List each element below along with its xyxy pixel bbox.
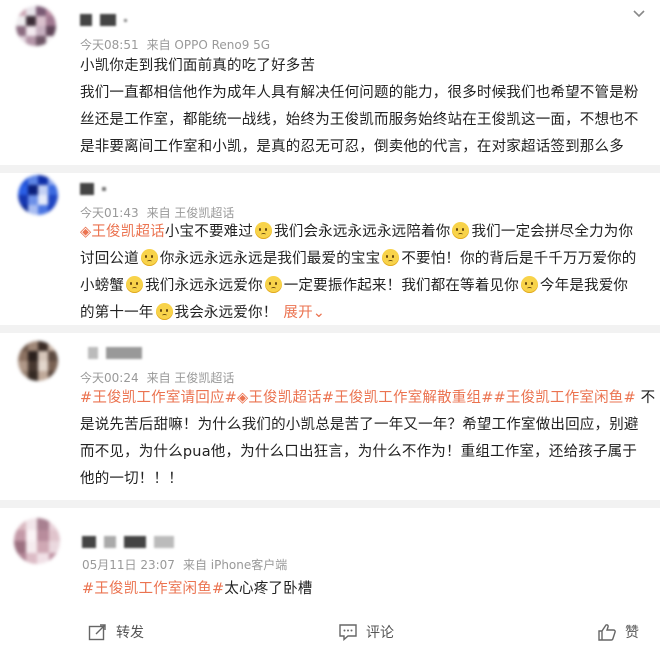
post-time: 05月11日 23:07 [82, 558, 175, 572]
content-line: ◈王俊凯超话小宝不要难过 我们会永远永远永远陪着你 我们一定会拼尽全力为你 [80, 219, 637, 246]
content-line: 小凯你走到我们面前真的吃了好多苦 [80, 53, 639, 80]
sad-face-emoji-icon [140, 249, 158, 266]
content-text: 今年是我爱你 [539, 278, 629, 294]
post-time: 今天01:43 [80, 206, 139, 220]
avatar[interactable] [18, 341, 58, 381]
content-text: 丝还是工作室，都能统一战线，始终为王俊凯而服务始终站在王俊凯这一面，不想也不 [80, 112, 639, 128]
post-1: 今天08:51 来自 OPPO Reno9 5G 小凯你走到我们面前真的吃了好多苦… [0, 0, 660, 170]
content-line: 是说先苦后甜嘛！为什么我们的小凯总是苦了一年又一年？希望工作室做出回应，别避 [80, 412, 655, 439]
username[interactable] [80, 181, 106, 197]
post-source: 来自 王俊凯超话 [146, 206, 235, 220]
post-content: #王俊凯工作室闲鱼#太心疼了卧槽 [82, 576, 313, 603]
content-line: #王俊凯工作室闲鱼#太心疼了卧槽 [82, 576, 313, 603]
post-source: 来自 OPPO Reno9 5G [146, 38, 271, 52]
chevron-down-icon[interactable] [632, 4, 646, 23]
post-content: #王俊凯工作室请回应#◈王俊凯超话#王俊凯工作室解散重组##王俊凯工作室闲鱼# … [80, 385, 655, 493]
content-text: 小宝不要难过 [164, 224, 254, 240]
sad-face-emoji-icon [126, 276, 144, 293]
avatar[interactable] [16, 6, 56, 46]
content-text: 我们永远永远爱你 [145, 278, 263, 294]
content-text: 我们一直都相信他作为成年人具有解决任何问题的能力，很多时候我们也希望不管是粉 [80, 85, 639, 101]
comment-button[interactable]: 评论 [338, 622, 394, 642]
username[interactable] [82, 534, 174, 550]
content-text: 而不见，为什么pua他，为什么口出狂言，为什么不作为！重组工作室，还给孩子属于 [80, 444, 638, 460]
username[interactable] [80, 12, 127, 28]
post-content: 小凯你走到我们面前真的吃了好多苦我们一直都相信他作为成年人具有解决任何问题的能力… [80, 53, 639, 161]
action-bar: 转发 评论 赞 [0, 612, 660, 652]
sad-face-emoji-icon [255, 222, 273, 239]
expand-link[interactable]: 展开⌄ [283, 305, 325, 321]
avatar-pixel [46, 36, 56, 46]
topic-link[interactable]: ◈王俊凯超话 [80, 224, 165, 240]
content-text: 不要怕！你的背后是千千万万爱你的 [401, 251, 637, 267]
content-text: 讨回公道 [80, 251, 139, 267]
repost-button[interactable]: 转发 [88, 622, 144, 642]
sad-face-emoji-icon [452, 222, 470, 239]
thumbs-up-icon [597, 623, 617, 641]
post-source: 来自 王俊凯超话 [146, 371, 235, 385]
content-text: 我们会永远永远永远陪着你 [274, 224, 451, 240]
content-text: 小凯你走到我们面前真的吃了好多苦 [80, 58, 316, 74]
content-line: 丝还是工作室，都能统一战线，始终为王俊凯而服务始终站在王俊凯这一面，不想也不 [80, 107, 639, 134]
like-button[interactable]: 赞 [597, 622, 639, 642]
username[interactable] [88, 345, 142, 361]
content-line: #王俊凯工作室请回应#◈王俊凯超话#王俊凯工作室解散重组##王俊凯工作室闲鱼# … [80, 385, 655, 412]
content-text: 不 [635, 390, 656, 406]
sad-face-emoji-icon [382, 249, 400, 266]
post-meta: 今天00:24 来自 王俊凯超话 [80, 369, 242, 386]
content-line: 他的一切！！！ [80, 466, 655, 493]
sad-face-emoji-icon [264, 276, 282, 293]
post-4: 05月11日 23:07 来自 iPhone客户端 #王俊凯工作室闲鱼#太心疼了卧… [0, 508, 660, 608]
content-text: 是说先苦后甜嘛！为什么我们的小凯总是苦了一年又一年？希望工作室做出回应，别避 [80, 417, 639, 433]
avatar-pixel [48, 371, 58, 381]
sad-face-emoji-icon [520, 276, 538, 293]
post-2: 今天01:43 来自 王俊凯超话 ◈王俊凯超话小宝不要难过 我们会永远永远永远陪着你… [0, 173, 660, 323]
content-line: 而不见，为什么pua他，为什么口出狂言，为什么不作为！重组工作室，还给孩子属于 [80, 439, 655, 466]
content-text: 的第十一年 [80, 305, 154, 321]
content-text: 你永远永远永远是我们最爱的宝宝 [159, 251, 381, 267]
content-line: 讨回公道 你永远永远永远是我们最爱的宝宝 不要怕！你的背后是千千万万爱你的 [80, 246, 637, 273]
post-meta: 今天08:51 来自 OPPO Reno9 5G [80, 36, 278, 53]
content-text: 是非要离间工作室和小凯，是真的忍无可忍，倒卖他的代言，在对家超话签到那么多 [80, 139, 624, 155]
repost-label: 转发 [116, 625, 144, 641]
avatar[interactable] [14, 518, 60, 564]
content-text: 我们一定会拼尽全力为你 [471, 224, 634, 240]
content-line: 是非要离间工作室和小凯，是真的忍无可忍，倒卖他的代言，在对家超话签到那么多 [80, 134, 639, 161]
divider [0, 165, 660, 173]
post-time: 今天08:51 [80, 38, 139, 52]
avatar-pixel [48, 552, 60, 564]
comment-label: 评论 [366, 625, 394, 641]
post-meta: 05月11日 23:07 来自 iPhone客户端 [82, 556, 295, 573]
content-line: 我们一直都相信他作为成年人具有解决任何问题的能力，很多时候我们也希望不管是粉 [80, 80, 639, 107]
content-text: 小螃蟹 [80, 278, 125, 294]
content-text: 一定要振作起来！我们都在等着见你 [283, 278, 519, 294]
content-text: 他的一切！！！ [80, 471, 183, 487]
avatar[interactable] [18, 175, 58, 215]
post-time: 今天00:24 [80, 371, 139, 385]
post-source: 来自 iPhone客户端 [182, 558, 288, 572]
content-text: 太心疼了卧槽 [224, 581, 313, 597]
like-label: 赞 [625, 625, 639, 641]
repost-icon [88, 623, 108, 641]
content-line: 小螃蟹 我们永远永远爱你 一定要振作起来！我们都在等着见你 今年是我爱你 [80, 273, 637, 300]
content-text: 我会永远爱你！ [174, 305, 278, 321]
content-line: 的第十一年 我会永远爱你！ 展开⌄ [80, 300, 637, 327]
comment-icon [338, 623, 358, 641]
divider [0, 325, 660, 333]
avatar-pixel [48, 205, 58, 215]
post-3: 今天00:24 来自 王俊凯超话 #王俊凯工作室请回应#◈王俊凯超话#王俊凯工作室… [0, 333, 660, 503]
topic-link[interactable]: #王俊凯工作室闲鱼# [82, 581, 224, 597]
divider [0, 500, 660, 508]
sad-face-emoji-icon [155, 303, 173, 320]
post-content: ◈王俊凯超话小宝不要难过 我们会永远永远永远陪着你 我们一定会拼尽全力为你讨回公道 你… [80, 219, 637, 327]
topic-link[interactable]: #王俊凯工作室请回应#◈王俊凯超话#王俊凯工作室解散重组##王俊凯工作室闲鱼# [80, 390, 636, 406]
